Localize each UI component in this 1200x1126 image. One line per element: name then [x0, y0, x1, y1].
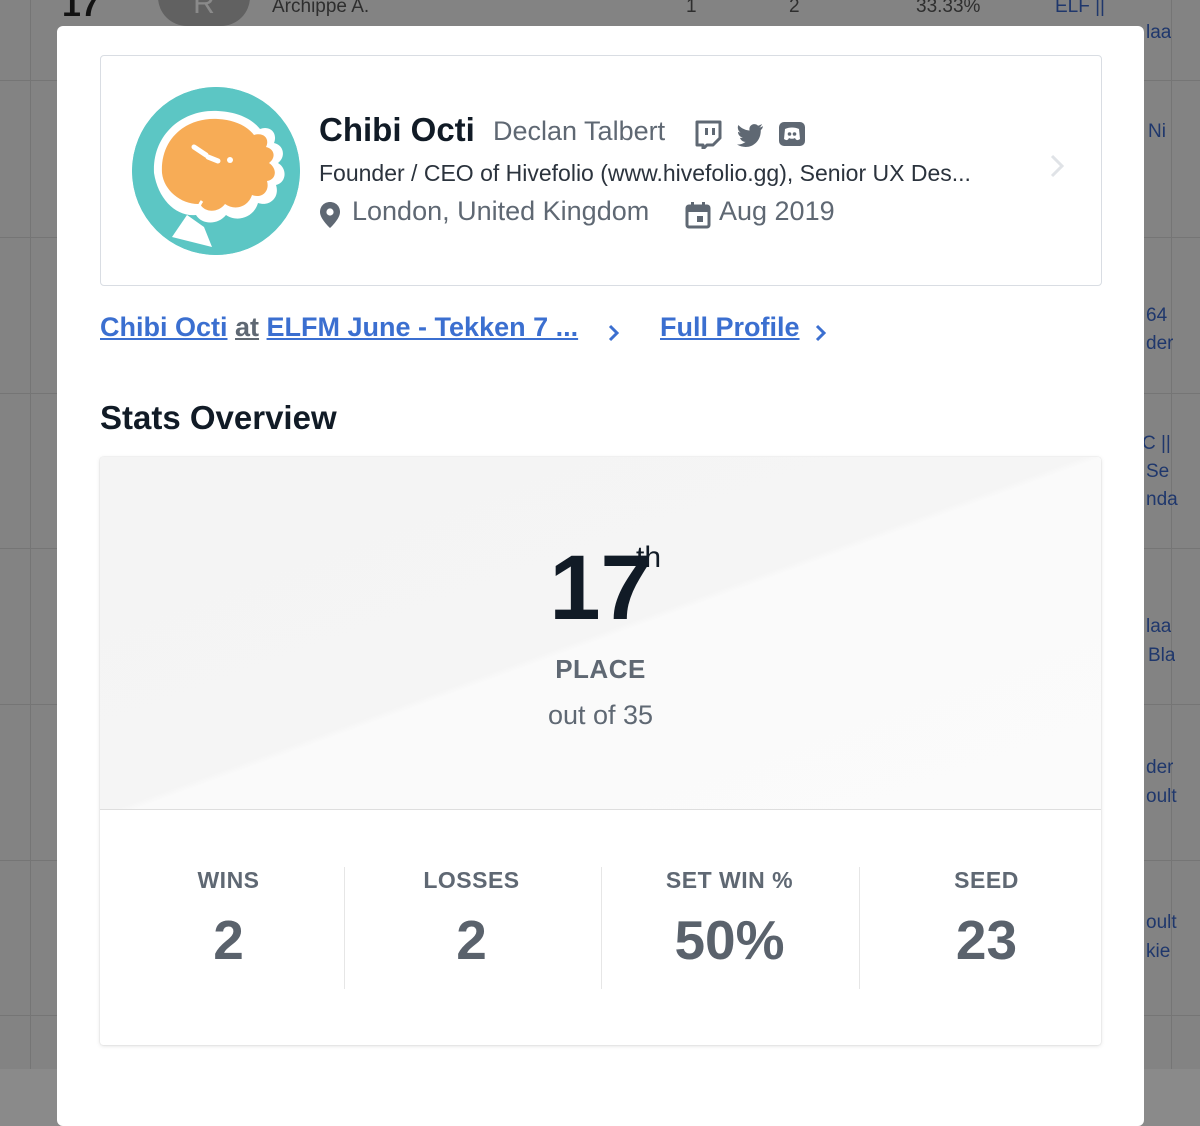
calendar-icon: [685, 202, 711, 229]
stat-label: WINS: [197, 867, 260, 893]
chevron-right-icon: [1050, 154, 1065, 178]
event-link[interactable]: ELFM June - Tekken 7 ...: [267, 312, 579, 342]
full-profile-link[interactable]: Full Profile: [660, 312, 800, 342]
stat-value: 2: [456, 909, 487, 971]
gamer-tag: Chibi Octi: [319, 111, 475, 148]
stat-losses: LOSSES 2: [343, 867, 600, 972]
stat-wins: WINS 2: [100, 867, 357, 972]
real-name: Declan Talbert: [493, 116, 666, 146]
stat-set-win-pct: SET WIN % 50%: [601, 867, 858, 972]
discord-icon[interactable]: [777, 119, 807, 149]
placement-out-of: out of 35: [547, 700, 654, 730]
profile-location: London, United Kingdom: [352, 196, 650, 226]
octopus-avatar-icon: [132, 87, 300, 255]
stat-value: 2: [213, 909, 244, 971]
stats-overview-title: Stats Overview: [100, 399, 337, 436]
link-connector-text: at: [235, 312, 260, 342]
profile-card[interactable]: Chibi Octi Declan Talbert Founder / CEO …: [100, 55, 1102, 286]
avatar: [132, 87, 300, 255]
stat-label: SET WIN %: [665, 867, 794, 893]
full-profile-link-wrap: Full Profile: [660, 312, 800, 343]
twitter-icon[interactable]: [735, 119, 765, 149]
location-pin-icon: [320, 202, 340, 228]
stat-value: 23: [955, 909, 1018, 971]
chevron-right-icon[interactable]: [606, 324, 622, 342]
chevron-right-icon[interactable]: [813, 324, 829, 342]
profile-bio: Founder / CEO of Hivefolio (www.hivefoli…: [319, 160, 971, 186]
player-name-link[interactable]: Chibi Octi: [100, 312, 228, 342]
player-event-links: Chibi Octi at ELFM June - Tekken 7 ...: [100, 312, 578, 343]
placement-label: PLACE: [555, 654, 646, 684]
placement-suffix: th: [636, 541, 662, 574]
twitch-icon[interactable]: [693, 119, 723, 149]
profile-joined-date: Aug 2019: [719, 196, 835, 226]
placement-number: 17: [549, 537, 652, 639]
stats-card: 17 th PLACE out of 35 WINS 2 LOSSES 2 SE…: [100, 457, 1101, 1045]
stat-value: 50%: [674, 909, 785, 971]
placement-panel: 17 th PLACE out of 35: [100, 457, 1101, 810]
stat-label: LOSSES: [423, 867, 520, 893]
stat-label: SEED: [954, 867, 1019, 893]
stat-seed: SEED 23: [858, 867, 1101, 972]
player-modal: Chibi Octi Declan Talbert Founder / CEO …: [57, 26, 1144, 1126]
